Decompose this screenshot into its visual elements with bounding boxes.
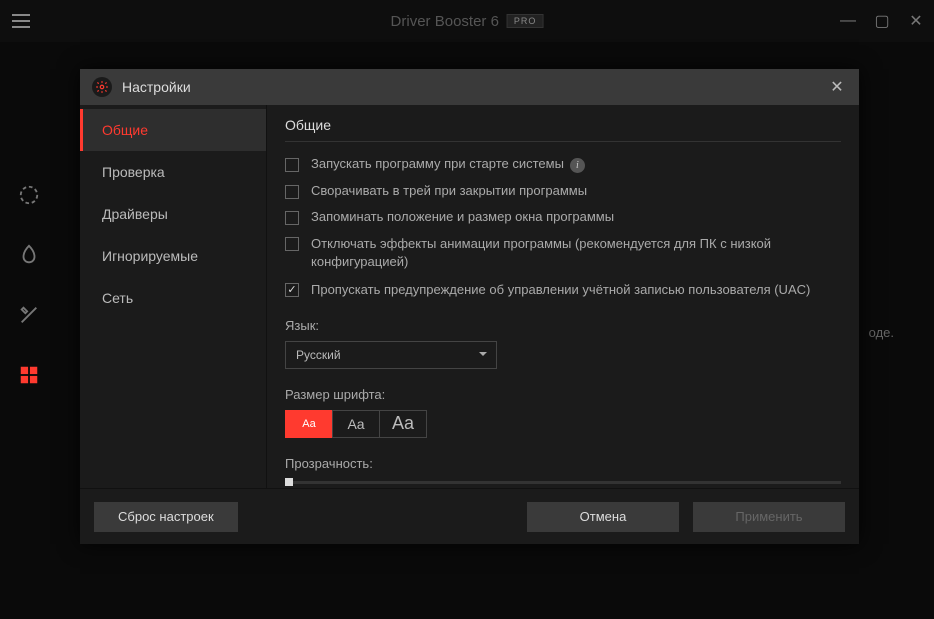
checkbox-label: Сворачивать в трей при закрытии программ…	[311, 183, 587, 198]
sidebar-item-drivers[interactable]: Драйверы	[80, 193, 266, 235]
sidebar-item-network[interactable]: Сеть	[80, 277, 266, 319]
background-hint-tail: оде.	[869, 325, 894, 340]
info-icon[interactable]: i	[570, 158, 585, 173]
option-remember-window[interactable]: Запоминать положение и размер окна прогр…	[285, 209, 841, 225]
close-icon[interactable]: ✕	[827, 77, 847, 97]
checkbox[interactable]	[285, 211, 299, 225]
option-run-at-startup[interactable]: Запускать программу при старте системыi	[285, 156, 841, 173]
checkbox-label: Запускать программу при старте системыi	[311, 156, 585, 173]
apps-icon[interactable]	[16, 362, 42, 388]
cancel-button[interactable]: Отмена	[527, 502, 679, 532]
scan-icon[interactable]	[16, 182, 42, 208]
slider-thumb[interactable]	[285, 478, 293, 486]
checkbox-label: Пропускать предупреждение об управлении …	[311, 281, 810, 299]
checkbox[interactable]	[285, 158, 299, 172]
language-label: Язык:	[285, 318, 841, 333]
app-title: Driver Booster 6 PRO	[391, 13, 544, 30]
dialog-title: Настройки	[122, 79, 191, 95]
option-disable-animation[interactable]: Отключать эффекты анимации программы (ре…	[285, 235, 841, 271]
transparency-slider[interactable]	[285, 481, 841, 484]
settings-dialog: Настройки ✕ Общие Проверка Драйверы Игно…	[80, 69, 859, 544]
sidebar-item-ignored[interactable]: Игнорируемые	[80, 235, 266, 277]
sidebar-item-label: Проверка	[102, 164, 165, 180]
checkbox[interactable]	[285, 237, 299, 251]
sidebar-item-label: Игнорируемые	[102, 248, 198, 264]
settings-sidebar: Общие Проверка Драйверы Игнорируемые Сет…	[80, 105, 266, 488]
reset-button[interactable]: Сброс настроек	[94, 502, 238, 532]
language-select[interactable]: Русский	[285, 341, 497, 369]
fontsize-small-button[interactable]: Aa	[285, 410, 333, 438]
settings-icon	[92, 77, 112, 97]
sidebar-item-general[interactable]: Общие	[80, 109, 266, 151]
app-title-text: Driver Booster 6	[391, 13, 499, 30]
chevron-down-icon	[478, 348, 488, 362]
fontsize-label: Размер шрифта:	[285, 387, 841, 402]
transparency-label: Прозрачность:	[285, 456, 841, 471]
close-app-icon[interactable]: ✕	[908, 11, 924, 31]
maximize-icon[interactable]: ▢	[874, 11, 890, 31]
dialog-header: Настройки ✕	[80, 69, 859, 105]
checkbox-label: Запоминать положение и размер окна прогр…	[311, 209, 614, 224]
sidebar-item-label: Сеть	[102, 290, 133, 306]
apply-button[interactable]: Применить	[693, 502, 845, 532]
checkbox[interactable]	[285, 283, 299, 297]
section-heading: Общие	[285, 117, 841, 142]
fontsize-medium-button[interactable]: Aa	[332, 410, 380, 438]
pro-badge: PRO	[507, 14, 544, 28]
menu-icon[interactable]	[0, 0, 42, 42]
language-value: Русский	[296, 348, 341, 362]
fontsize-large-button[interactable]: Aa	[379, 410, 427, 438]
checkbox-label: Отключать эффекты анимации программы (ре…	[311, 235, 841, 271]
sidebar-item-label: Общие	[102, 122, 148, 138]
checkbox[interactable]	[285, 185, 299, 199]
minimize-icon[interactable]: —	[840, 12, 856, 30]
boost-icon[interactable]	[16, 242, 42, 268]
settings-content: Общие Запускать программу при старте сис…	[266, 105, 859, 488]
tools-icon[interactable]	[16, 302, 42, 328]
sidebar-item-label: Драйверы	[102, 206, 168, 222]
sidebar-item-scan[interactable]: Проверка	[80, 151, 266, 193]
option-skip-uac[interactable]: Пропускать предупреждение об управлении …	[285, 281, 841, 299]
option-minimize-to-tray[interactable]: Сворачивать в трей при закрытии программ…	[285, 183, 841, 199]
dialog-footer: Сброс настроек Отмена Применить	[80, 488, 859, 544]
